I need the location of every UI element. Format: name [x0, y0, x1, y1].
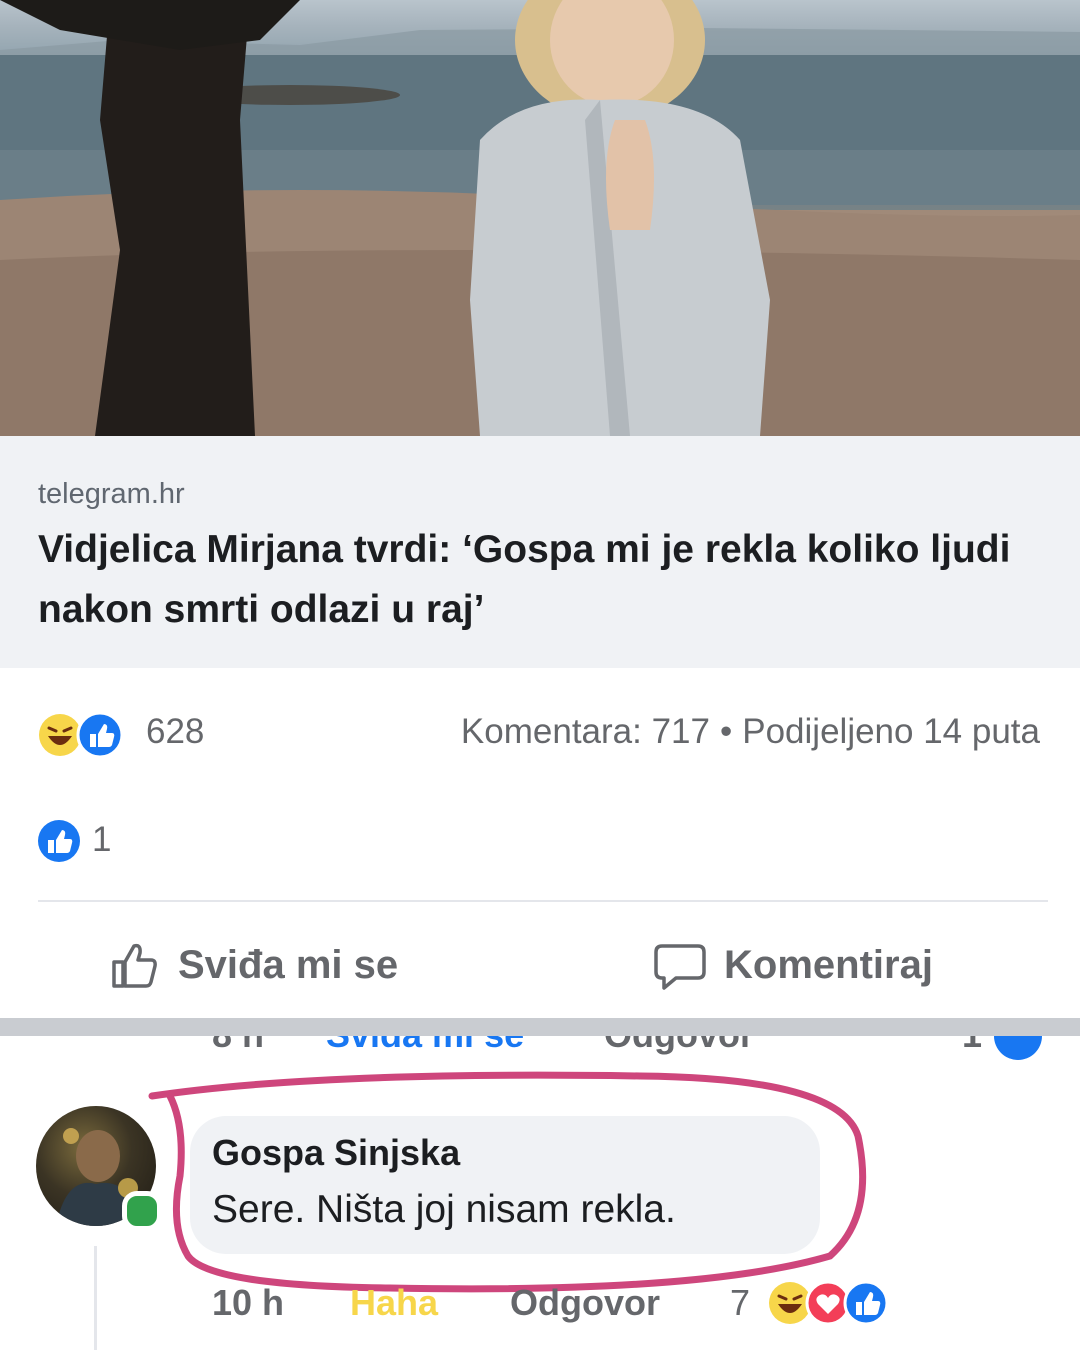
post-stats: 628 Komentara: 717 • Podijeljeno 14 puta — [0, 700, 1080, 770]
thumbs-up-outline-icon — [112, 943, 157, 988]
comments-shares: Komentara: 717 • Podijeljeno 14 puta — [461, 712, 1040, 752]
comment-reply-link[interactable]: Odgovor — [510, 1282, 660, 1324]
annotation-circle — [148, 1071, 867, 1293]
haha-reaction-icon — [39, 714, 81, 756]
comment-haha-link[interactable]: Haha — [350, 1282, 438, 1324]
comment-time: 10 h — [212, 1282, 285, 1323]
link-preview[interactable]: telegram.hr Vidjelica Mirjana tvrdi: ‘Go… — [0, 436, 1080, 668]
comment-button[interactable]: Komentiraj — [652, 930, 933, 1000]
separator-dot: • — [719, 712, 733, 751]
shares-count[interactable]: Podijeljeno 14 puta — [742, 712, 1040, 751]
previous-comment-time: 8 h — [212, 1036, 264, 1056]
comment-meta: 10 h Haha Odgovor 7 — [0, 1280, 1080, 1342]
like-reaction-icon — [994, 1036, 1042, 1060]
comments-section: 8 h Sviđa mi se Odgovor 1 Gospa Sinjska … — [0, 1036, 1080, 1350]
comments-count[interactable]: Komentara: 717 — [461, 712, 710, 751]
link-domain: telegram.hr — [38, 478, 185, 510]
previous-comment-reply-link[interactable]: Odgovor — [604, 1036, 754, 1056]
like-count: 1 — [92, 820, 112, 859]
screenshot-seam — [0, 1018, 1080, 1036]
previous-comment-react-count: 1 — [962, 1036, 982, 1056]
reaction-icons[interactable] — [36, 710, 136, 760]
comment-bubble-icon — [654, 944, 706, 990]
comment-button-label: Komentiraj — [724, 942, 933, 987]
like-reaction-icon — [38, 820, 80, 862]
like-button[interactable]: Sviđa mi se — [108, 930, 398, 1000]
divider — [38, 900, 1048, 902]
article-photo[interactable] — [0, 0, 1080, 436]
reactions-count[interactable]: 628 — [146, 712, 204, 752]
haha-reaction-icon — [769, 1282, 811, 1324]
comment-reaction-icons[interactable] — [766, 1278, 916, 1328]
previous-comment-meta: 8 h Sviđa mi se Odgovor 1 — [0, 1036, 1080, 1056]
article-headline[interactable]: Vidjelica Mirjana tvrdi: ‘Gospa mi je re… — [38, 520, 1028, 640]
previous-comment-like-link[interactable]: Sviđa mi se — [326, 1036, 524, 1056]
comment-react-count[interactable]: 7 — [730, 1282, 750, 1324]
like-button-label: Sviđa mi se — [178, 942, 399, 987]
